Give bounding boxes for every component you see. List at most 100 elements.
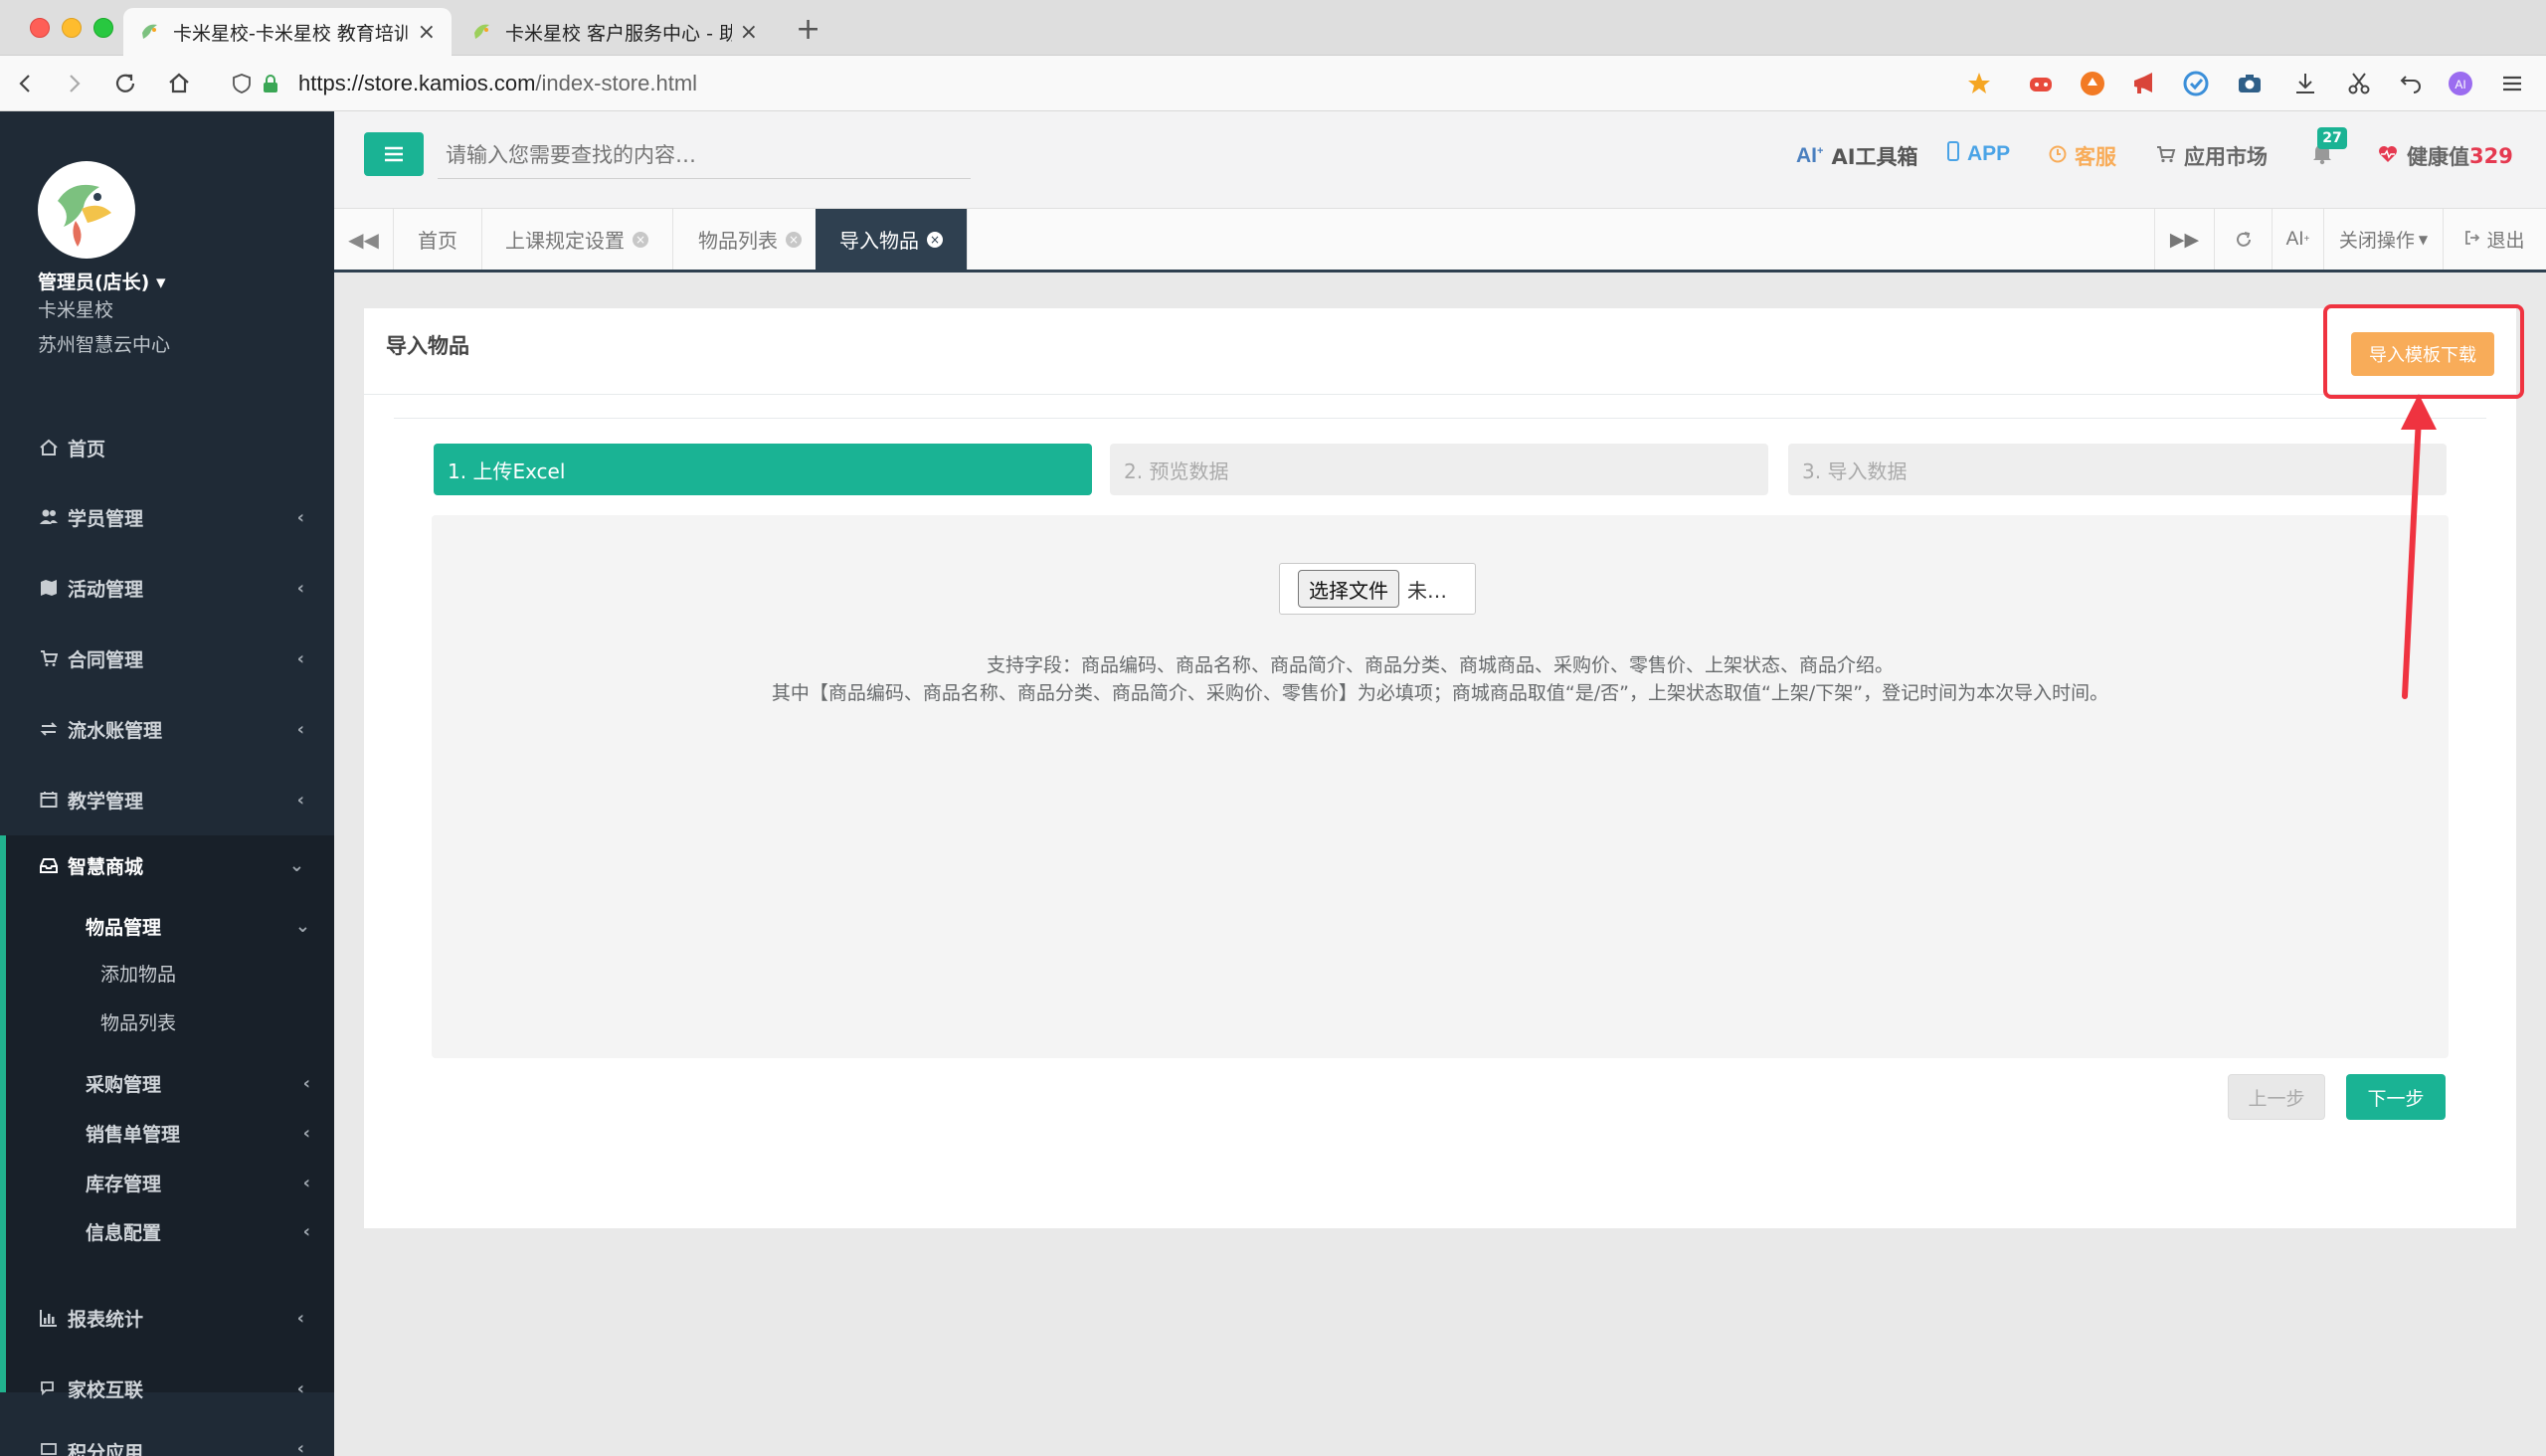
browser-tab-active[interactable]: 卡米星校-卡米星校 教育培训机构 ×: [123, 8, 452, 56]
forward-icon[interactable]: [56, 66, 91, 101]
address-bar[interactable]: https://store.kamios.com/index-store.htm…: [209, 64, 2009, 103]
sidebar-item-home[interactable]: 首页: [0, 418, 334, 477]
tab-home[interactable]: 首页: [394, 209, 482, 270]
sidebar-item-label: 合同管理: [68, 648, 144, 671]
sidebar-item-label: 库存管理: [86, 1173, 162, 1195]
tab-import-goods[interactable]: 导入物品 ×: [816, 209, 968, 270]
undo-icon[interactable]: [2395, 68, 2427, 99]
step-upload-excel[interactable]: 1. 上传Excel: [434, 444, 1092, 495]
service-link[interactable]: 客服: [2049, 141, 2116, 171]
sidebar-item-mall[interactable]: 智慧商城 ⌄: [0, 835, 334, 895]
tab-close-icon[interactable]: ×: [418, 20, 436, 45]
hint-line-1: 支持字段：商品编码、商品名称、商品简介、商品分类、商城商品、采购价、零售价、上架…: [986, 654, 1894, 676]
sidebar-item-points[interactable]: 积分应用 ‹: [0, 1426, 334, 1456]
cart-icon: [38, 649, 60, 667]
sidebar-item-activities[interactable]: 活动管理 ‹: [0, 558, 334, 618]
sidebar-item-reports[interactable]: 报表统计 ‹: [0, 1288, 334, 1348]
sidebar-item-label: 智慧商城: [68, 855, 144, 878]
annotation-highlight-box: [2323, 304, 2524, 399]
reload-icon[interactable]: [107, 66, 143, 101]
sidebar-item-purchase[interactable]: 采购管理 ‹: [6, 1060, 334, 1106]
scissors-icon[interactable]: [2343, 68, 2375, 99]
tabs-scroll-left-icon[interactable]: ◀◀: [334, 209, 394, 270]
close-ops-dropdown[interactable]: 关闭操作 ▼: [2323, 209, 2443, 270]
tab-goods-list[interactable]: 物品列表 ×: [674, 209, 826, 270]
close-circle-icon[interactable]: ×: [927, 231, 943, 248]
refresh-icon[interactable]: [2214, 209, 2272, 270]
step-import-data[interactable]: 3. 导入数据: [1788, 444, 2447, 495]
exchange-icon: [38, 720, 60, 738]
cart-icon: [2156, 144, 2176, 168]
sidebar-item-label: 流水账管理: [68, 719, 163, 742]
browser-tab-inactive[interactable]: 卡米星校 客户服务中心 - 助力 ×: [455, 8, 774, 56]
tabs-scroll-right-icon[interactable]: ▶▶: [2154, 209, 2214, 270]
download-icon[interactable]: [2289, 68, 2321, 99]
chevron-left-icon: ‹: [296, 1438, 304, 1456]
ai-tool-label: AI: [2285, 228, 2304, 250]
close-circle-icon[interactable]: ×: [786, 231, 802, 248]
sidebar-item-config[interactable]: 信息配置 ‹: [6, 1208, 334, 1254]
new-tab-icon[interactable]: +: [796, 12, 820, 47]
tab-close-icon[interactable]: ×: [740, 20, 758, 45]
sidebar-item-teaching[interactable]: 教学管理 ‹: [0, 770, 334, 829]
prev-step-button[interactable]: 上一步: [2228, 1074, 2325, 1120]
ai-tools-link[interactable]: AI+ AI工具箱: [1796, 141, 1918, 171]
sidebar-item-add-goods[interactable]: 添加物品: [100, 960, 176, 987]
sidebar-item-label: 报表统计: [68, 1308, 144, 1331]
chevron-left-icon: ‹: [296, 1307, 304, 1329]
megaphone-icon[interactable]: [2128, 68, 2160, 99]
sidebar-item-goods-mgmt[interactable]: 物品管理 ⌄: [6, 903, 334, 949]
tab-class-rules[interactable]: 上课规定设置 ×: [481, 209, 673, 270]
user-name[interactable]: 管理员(店长) ▾: [38, 268, 166, 294]
sidebar-item-students[interactable]: 学员管理 ‹: [0, 487, 334, 547]
sidebar-item-label: 销售单管理: [86, 1123, 181, 1146]
close-circle-icon[interactable]: ×: [633, 231, 648, 248]
ai-extension-icon[interactable]: AI: [2445, 68, 2476, 99]
app-market-link[interactable]: 应用市场: [2156, 141, 2268, 171]
home-icon[interactable]: [161, 66, 197, 101]
ai-icon: AI+: [1796, 144, 1824, 167]
sidebar-item-ledger[interactable]: 流水账管理 ‹: [0, 699, 334, 759]
chevron-left-icon: ‹: [296, 789, 304, 811]
close-ops-label: 关闭操作: [2338, 230, 2415, 252]
window-minimize-button[interactable]: [62, 18, 82, 38]
window-zoom-button[interactable]: [93, 18, 113, 38]
bar-chart-icon: [38, 1309, 60, 1327]
sidebar-item-home-school[interactable]: 家校互联 ‹: [0, 1359, 334, 1418]
hamburger-menu-icon[interactable]: [2496, 68, 2528, 99]
step-preview-data[interactable]: 2. 预览数据: [1110, 444, 1768, 495]
sign-out-icon: [2464, 229, 2480, 251]
avatar[interactable]: [38, 161, 135, 259]
search-input[interactable]: [438, 131, 971, 179]
translate-extension-icon[interactable]: [2180, 68, 2212, 99]
sidebar-item-inventory[interactable]: 库存管理 ‹: [6, 1160, 334, 1205]
url-text: https://store.kamios.com/index-store.htm…: [298, 71, 698, 95]
sidebar-item-contracts[interactable]: 合同管理 ‹: [0, 629, 334, 688]
ai-tool-button[interactable]: AI +: [2272, 209, 2323, 270]
tab-label: 上课规定设置: [505, 229, 625, 253]
chevron-left-icon: ‹: [302, 1220, 310, 1242]
back-icon[interactable]: [8, 66, 44, 101]
health-link[interactable]: 健康值 329: [2377, 141, 2513, 171]
game-extension-icon[interactable]: [2025, 68, 2057, 99]
file-status: 未…: [1407, 578, 1447, 603]
caret-down-icon: ▼: [2418, 232, 2429, 247]
file-input[interactable]: 选择文件 未…: [1279, 563, 1476, 615]
sidebar-item-label: 积分应用: [68, 1442, 144, 1456]
sidebar: 管理员(店长) ▾ 卡米星校 苏州智慧云中心 首页 学员管理 ‹ 活动管理 ‹ …: [0, 111, 334, 1456]
window-close-button[interactable]: [30, 18, 50, 38]
next-step-button[interactable]: 下一步: [2346, 1074, 2446, 1120]
browser-titlebar: 卡米星校-卡米星校 教育培训机构 × 卡米星校 客户服务中心 - 助力 × +: [0, 0, 2546, 56]
sidebar-item-label: 物品管理: [86, 916, 162, 939]
choose-file-button[interactable]: 选择文件: [1298, 570, 1399, 608]
camera-icon[interactable]: [2234, 68, 2266, 99]
sidebar-item-sales[interactable]: 销售单管理 ‹: [6, 1110, 334, 1156]
orange-extension-icon[interactable]: [2077, 68, 2108, 99]
sidebar-item-label: 教学管理: [68, 790, 144, 813]
map-icon: [38, 579, 60, 597]
bookmark-star-icon[interactable]: [1963, 68, 1995, 99]
app-link[interactable]: APP: [1947, 141, 2010, 166]
logout-button[interactable]: 退出: [2443, 209, 2546, 270]
menu-toggle-button[interactable]: [364, 132, 424, 176]
sidebar-item-goods-list[interactable]: 物品列表: [100, 1008, 176, 1035]
